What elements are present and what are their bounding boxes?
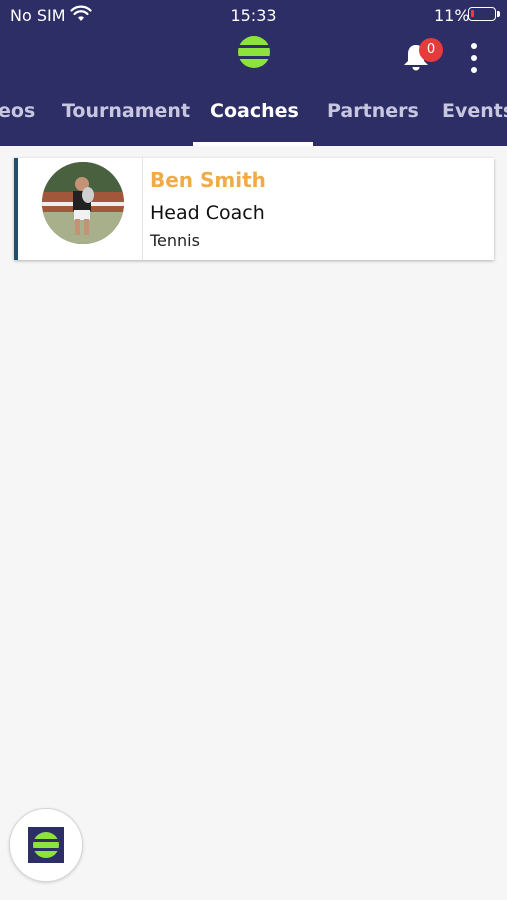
active-tab-indicator <box>193 142 313 146</box>
tab-partners[interactable]: Partners <box>327 100 419 122</box>
tab-bar: eos Tournament Coaches Partners Events <box>0 94 507 146</box>
top-bar: No SIM 15:33 11% 0 eos Tournament Coache… <box>0 0 507 146</box>
coach-card[interactable]: Ben Smith Head Coach Tennis <box>14 158 494 260</box>
notification-badge: 0 <box>419 38 443 62</box>
coach-name: Ben Smith <box>150 168 266 192</box>
battery-icon <box>468 7 500 21</box>
card-divider <box>142 158 143 260</box>
tab-events[interactable]: Events <box>442 100 507 122</box>
app-logo-icon <box>238 36 270 68</box>
coach-avatar <box>42 162 124 244</box>
tab-videos[interactable]: eos <box>0 100 35 122</box>
coach-sport: Tennis <box>150 231 200 250</box>
tab-tournament[interactable]: Tournament <box>62 100 190 122</box>
tab-coaches[interactable]: Coaches <box>210 100 299 122</box>
more-menu-icon[interactable] <box>464 40 484 76</box>
coach-role: Head Coach <box>150 202 265 224</box>
floating-home-button[interactable] <box>9 808 83 882</box>
status-bar: No SIM 15:33 11% <box>0 0 507 30</box>
battery-percent: 11% <box>434 6 470 25</box>
status-time: 15:33 <box>230 6 277 25</box>
app-logo-icon <box>28 827 64 863</box>
